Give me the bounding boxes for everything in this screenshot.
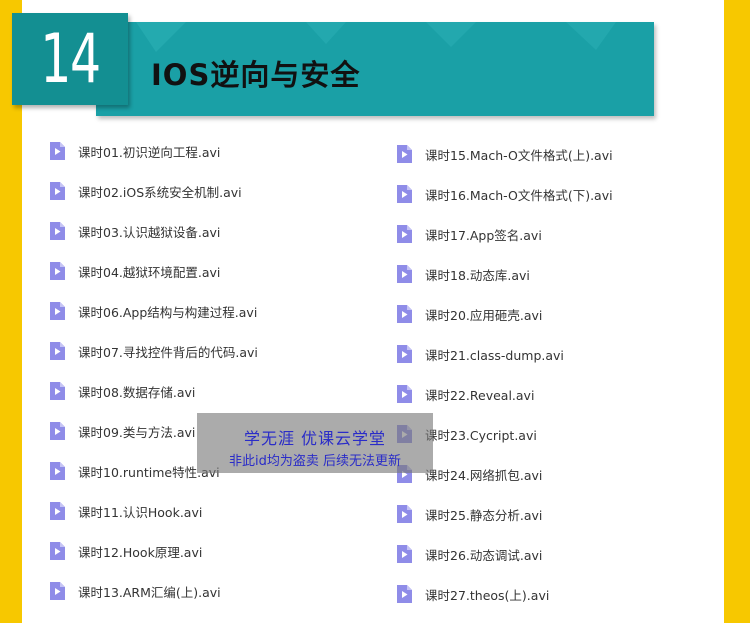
right-yellow-border: [724, 0, 750, 623]
lesson-title: 课时04.越狱环境配置.avi: [78, 264, 221, 280]
lesson-item[interactable]: 课时07.寻找控件背后的代码.avi: [49, 340, 258, 362]
lesson-title: 课时18.动态库.avi: [425, 267, 530, 283]
lesson-title: 课时01.初识逆向工程.avi: [78, 144, 221, 160]
video-file-icon: [50, 382, 65, 400]
lesson-title: 课时03.认识越狱设备.avi: [78, 224, 221, 240]
lesson-item[interactable]: 课时26.动态调试.avi: [396, 543, 542, 565]
lesson-title: 课时15.Mach-O文件格式(上).avi: [425, 147, 613, 163]
section-banner: IOS逆向与安全: [96, 22, 654, 116]
lesson-item[interactable]: 课时22.Reveal.avi: [396, 383, 534, 405]
video-file-icon: [50, 342, 65, 360]
lesson-item[interactable]: 课时21.class-dump.avi: [396, 343, 564, 365]
video-file-icon: [50, 582, 65, 600]
lesson-item[interactable]: 课时10.runtime特性.avi: [49, 460, 220, 482]
video-file-icon: [397, 505, 412, 523]
lesson-item[interactable]: 课时09.类与方法.avi: [49, 420, 195, 442]
video-file-icon: [50, 462, 65, 480]
video-file-icon: [50, 222, 65, 240]
video-file-icon: [397, 145, 412, 163]
video-file-icon: [397, 265, 412, 283]
lesson-title: 课时12.Hook原理.avi: [78, 544, 203, 560]
lesson-item[interactable]: 课时15.Mach-O文件格式(上).avi: [396, 143, 613, 165]
lesson-item[interactable]: 课时25.静态分析.avi: [396, 503, 542, 525]
lesson-title: 课时24.网络抓包.avi: [425, 467, 543, 483]
lesson-title: 课时13.ARM汇编(上).avi: [78, 584, 221, 600]
video-file-icon: [50, 302, 65, 320]
lesson-title: 课时27.theos(上).avi: [425, 587, 550, 603]
lesson-item[interactable]: 课时01.初识逆向工程.avi: [49, 140, 220, 162]
lesson-item[interactable]: 课时03.认识越狱设备.avi: [49, 220, 220, 242]
lesson-title: 课时23.Cycript.avi: [425, 427, 537, 443]
lesson-item[interactable]: 课时27.theos(上).avi: [396, 583, 549, 605]
lesson-title: 课时06.App结构与构建过程.avi: [78, 304, 258, 320]
lesson-item[interactable]: 课时13.ARM汇编(上).avi: [49, 580, 221, 602]
video-file-icon: [397, 185, 412, 203]
section-title: IOS逆向与安全: [151, 58, 361, 92]
video-file-icon: [50, 182, 65, 200]
lesson-item[interactable]: 课时18.动态库.avi: [396, 263, 530, 285]
lesson-title: 课时07.寻找控件背后的代码.avi: [78, 344, 258, 360]
video-file-icon: [50, 422, 65, 440]
lesson-title: 课时11.认识Hook.avi: [78, 504, 203, 520]
video-file-icon: [397, 545, 412, 563]
section-number-badge: 14: [12, 13, 128, 105]
video-file-icon: [50, 542, 65, 560]
lesson-title: 课时16.Mach-O文件格式(下).avi: [425, 187, 613, 203]
lesson-item[interactable]: 课时17.App签名.avi: [396, 223, 542, 245]
lesson-item[interactable]: 课时04.越狱环境配置.avi: [49, 260, 220, 282]
video-file-icon: [50, 502, 65, 520]
lesson-title: 课时20.应用砸壳.avi: [425, 307, 543, 323]
lesson-item[interactable]: 课时16.Mach-O文件格式(下).avi: [396, 183, 613, 205]
lesson-title: 课时25.静态分析.avi: [425, 507, 543, 523]
lesson-item[interactable]: 课时08.数据存储.avi: [49, 380, 195, 402]
lesson-title: 课时02.iOS系统安全机制.avi: [78, 184, 242, 200]
lesson-title: 课时09.类与方法.avi: [78, 424, 196, 440]
lesson-title: 课时17.App签名.avi: [425, 227, 542, 243]
lesson-title: 课时22.Reveal.avi: [425, 387, 535, 403]
watermark-overlay: 学无涯 优课云学堂 非此id均为盗卖 后续无法更新: [197, 413, 433, 473]
video-file-icon: [397, 225, 412, 243]
video-file-icon: [50, 262, 65, 280]
lesson-item[interactable]: 课时02.iOS系统安全机制.avi: [49, 180, 242, 202]
video-file-icon: [397, 305, 412, 323]
lesson-title: 课时26.动态调试.avi: [425, 547, 543, 563]
lesson-item[interactable]: 课时20.应用砸壳.avi: [396, 303, 542, 325]
lesson-title: 课时21.class-dump.avi: [425, 347, 564, 363]
section-number: 14: [40, 19, 101, 99]
watermark-line-1: 学无涯 优课云学堂: [243, 429, 387, 448]
lesson-item[interactable]: 课时11.认识Hook.avi: [49, 500, 202, 522]
video-file-icon: [397, 385, 412, 403]
video-file-icon: [397, 345, 412, 363]
lesson-item[interactable]: 课时06.App结构与构建过程.avi: [49, 300, 257, 322]
watermark-line-2: 非此id均为盗卖 后续无法更新: [229, 454, 401, 469]
lesson-title: 课时08.数据存储.avi: [78, 384, 196, 400]
video-file-icon: [50, 142, 65, 160]
video-file-icon: [397, 585, 412, 603]
lesson-item[interactable]: 课时12.Hook原理.avi: [49, 540, 202, 562]
